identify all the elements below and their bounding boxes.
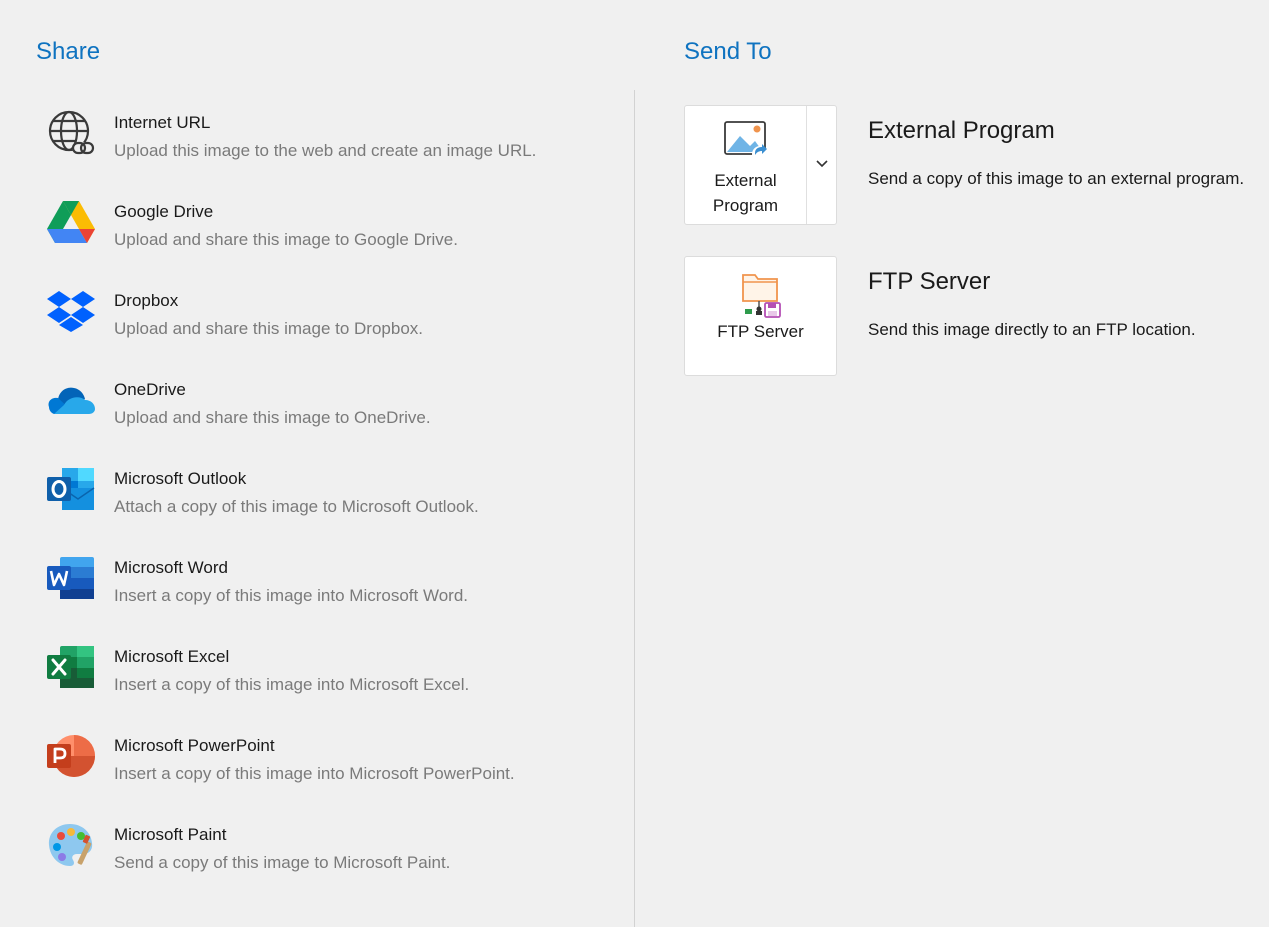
dropbox-icon bbox=[44, 284, 98, 338]
share-list: Internet URL Upload this image to the we… bbox=[44, 106, 604, 907]
share-item-powerpoint[interactable]: Microsoft PowerPoint Insert a copy of th… bbox=[44, 729, 604, 818]
share-item-excel[interactable]: Microsoft Excel Insert a copy of this im… bbox=[44, 640, 604, 729]
external-program-button-label: Program bbox=[712, 196, 779, 215]
ftp-server-title: FTP Server bbox=[868, 268, 991, 295]
external-program-split-button: External Program bbox=[684, 105, 837, 225]
ftp-server-button[interactable]: FTP Server bbox=[685, 257, 836, 375]
share-item-name: Microsoft Paint bbox=[114, 825, 227, 844]
powerpoint-icon bbox=[44, 729, 98, 783]
ftp-server-desc: Send this image directly to an FTP locat… bbox=[868, 320, 1196, 339]
external-program-icon bbox=[722, 120, 770, 164]
ftp-server-card: FTP Server bbox=[684, 256, 837, 376]
section-divider bbox=[634, 90, 635, 927]
share-item-desc: Upload and share this image to Dropbox. bbox=[114, 319, 424, 338]
chevron-down-icon bbox=[815, 156, 829, 174]
onedrive-icon bbox=[44, 373, 98, 427]
share-item-desc: Insert a copy of this image into Microso… bbox=[114, 764, 515, 783]
outlook-icon bbox=[44, 462, 98, 516]
share-item-google-drive[interactable]: Google Drive Upload and share this image… bbox=[44, 195, 604, 284]
share-item-desc: Attach a copy of this image to Microsoft… bbox=[114, 497, 479, 516]
ftp-server-icon bbox=[737, 271, 785, 318]
send-to-section-title: Send To bbox=[684, 38, 772, 65]
paint-palette-icon bbox=[44, 818, 98, 872]
share-item-name: Microsoft Word bbox=[114, 558, 228, 577]
share-item-internet-url[interactable]: Internet URL Upload this image to the we… bbox=[44, 106, 604, 195]
external-program-button[interactable]: External Program bbox=[685, 106, 806, 224]
external-program-dropdown-button[interactable] bbox=[807, 106, 836, 224]
share-item-outlook[interactable]: Microsoft Outlook Attach a copy of this … bbox=[44, 462, 604, 551]
share-item-name: Dropbox bbox=[114, 291, 179, 310]
word-icon bbox=[44, 551, 98, 605]
share-item-desc: Upload and share this image to OneDrive. bbox=[114, 408, 431, 427]
external-program-desc: Send a copy of this image to an external… bbox=[868, 169, 1245, 188]
excel-icon bbox=[44, 640, 98, 694]
share-item-dropbox[interactable]: Dropbox Upload and share this image to D… bbox=[44, 284, 604, 373]
share-item-desc: Upload this image to the web and create … bbox=[114, 141, 537, 160]
google-drive-icon bbox=[44, 195, 98, 249]
share-item-name: Microsoft Excel bbox=[114, 647, 230, 666]
ftp-server-button-label: FTP Server bbox=[717, 322, 804, 341]
share-item-desc: Insert a copy of this image into Microso… bbox=[114, 675, 470, 694]
share-item-desc: Send a copy of this image to Microsoft P… bbox=[114, 853, 451, 872]
share-item-onedrive[interactable]: OneDrive Upload and share this image to … bbox=[44, 373, 604, 462]
globe-link-icon bbox=[44, 106, 98, 160]
share-item-name: OneDrive bbox=[114, 380, 186, 399]
share-item-name: Microsoft PowerPoint bbox=[114, 736, 275, 755]
share-item-desc: Insert a copy of this image into Microso… bbox=[114, 586, 468, 605]
share-item-name: Google Drive bbox=[114, 202, 214, 221]
external-program-button-label: External bbox=[714, 171, 777, 190]
ftp-server-info: FTP Server Send this image directly to a… bbox=[868, 267, 1248, 342]
share-item-desc: Upload and share this image to Google Dr… bbox=[114, 230, 458, 249]
external-program-info: External Program Send a copy of this ima… bbox=[868, 116, 1248, 191]
external-program-title: External Program bbox=[868, 117, 1055, 144]
share-item-name: Microsoft Outlook bbox=[114, 469, 247, 488]
share-section-title: Share bbox=[36, 38, 101, 65]
share-item-paint[interactable]: Microsoft Paint Send a copy of this imag… bbox=[44, 818, 604, 907]
share-item-name: Internet URL bbox=[114, 113, 211, 132]
share-item-word[interactable]: Microsoft Word Insert a copy of this ima… bbox=[44, 551, 604, 640]
